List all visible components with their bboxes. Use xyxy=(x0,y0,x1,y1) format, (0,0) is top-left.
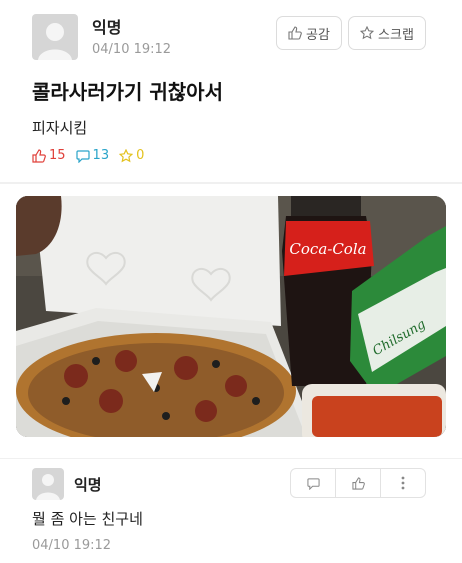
star-icon xyxy=(360,26,375,40)
scrap-count: 0 xyxy=(136,148,145,163)
comment-count: 13 xyxy=(92,148,110,163)
comment-reply-button[interactable] xyxy=(291,469,336,497)
post-body: 피자시킴 xyxy=(32,119,88,137)
like-button-label: 공감 xyxy=(306,27,330,43)
comment-count-icon xyxy=(75,149,90,163)
post-photo[interactable]: Coca-Cola Chilsung xyxy=(16,196,446,437)
post-counts: 15 13 0 xyxy=(32,148,154,163)
thumbs-up-icon xyxy=(351,476,365,490)
like-button[interactable]: 공감 xyxy=(276,16,342,50)
comment-text: 뭘 좀 아는 친구네 xyxy=(32,510,143,528)
scrap-button-label: 스크랩 xyxy=(378,27,414,43)
post-divider xyxy=(0,182,462,184)
comment-actions xyxy=(290,468,426,498)
like-count-icon xyxy=(32,148,46,163)
post-author-name: 익명 xyxy=(92,18,122,37)
like-count: 15 xyxy=(49,148,66,163)
comment-like-button[interactable] xyxy=(336,469,381,497)
post-author-avatar xyxy=(32,14,78,60)
comment-author-name: 익명 xyxy=(74,476,102,494)
thumbs-up-icon xyxy=(288,26,302,40)
coke-bottle-label: Coca-Cola xyxy=(289,240,366,258)
post-title: 콜라사러가기 귀찮아서 xyxy=(32,80,223,104)
post-datetime: 04/10 19:12 xyxy=(92,42,172,57)
comments-divider xyxy=(0,458,462,459)
scrap-button[interactable]: 스크랩 xyxy=(348,16,426,50)
comment-more-button[interactable] xyxy=(381,469,425,497)
more-vertical-icon xyxy=(401,476,405,490)
scrap-count-icon xyxy=(119,148,134,162)
comment-datetime: 04/10 19:12 xyxy=(32,538,112,553)
comment-author-avatar xyxy=(32,468,64,500)
speech-bubble-icon xyxy=(306,477,320,490)
